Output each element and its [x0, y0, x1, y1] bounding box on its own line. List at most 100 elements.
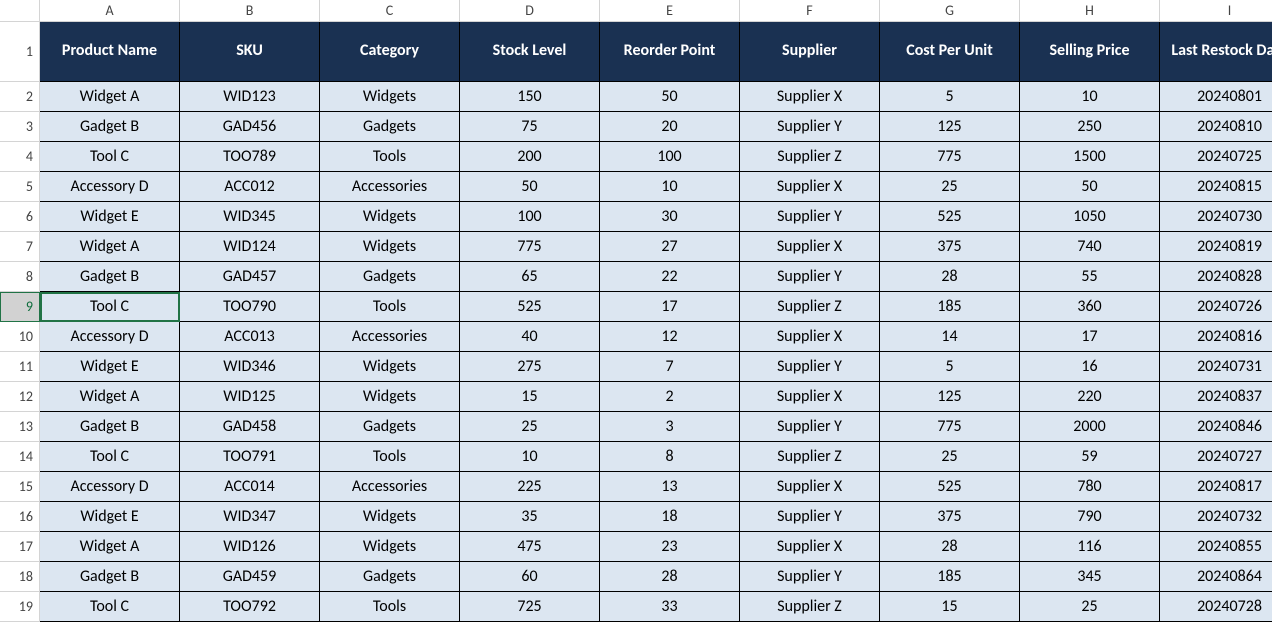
table-cell[interactable]: Supplier X: [740, 232, 880, 262]
table-cell[interactable]: Supplier X: [740, 532, 880, 562]
table-cell[interactable]: Accessories: [320, 172, 460, 202]
table-cell[interactable]: 1500: [1020, 142, 1160, 172]
table-cell[interactable]: WID123: [180, 82, 320, 112]
table-cell[interactable]: 2: [600, 382, 740, 412]
row-header-10[interactable]: 10: [0, 322, 40, 352]
row-header-7[interactable]: 7: [0, 232, 40, 262]
table-cell[interactable]: 15: [880, 592, 1020, 622]
table-cell[interactable]: 100: [460, 202, 600, 232]
row-header-18[interactable]: 18: [0, 562, 40, 592]
table-cell[interactable]: 20240817: [1160, 472, 1272, 502]
row-header-9[interactable]: 9: [0, 292, 40, 322]
table-cell[interactable]: Tools: [320, 292, 460, 322]
table-cell[interactable]: 10: [600, 172, 740, 202]
table-cell[interactable]: 775: [880, 412, 1020, 442]
table-cell[interactable]: Supplier X: [740, 322, 880, 352]
table-cell[interactable]: Widget A: [40, 82, 180, 112]
table-cell[interactable]: 55: [1020, 262, 1160, 292]
table-cell[interactable]: 725: [460, 592, 600, 622]
row-header-2[interactable]: 2: [0, 82, 40, 112]
table-cell[interactable]: Widgets: [320, 352, 460, 382]
table-cell[interactable]: Widget A: [40, 232, 180, 262]
table-cell[interactable]: Supplier X: [740, 382, 880, 412]
table-cell[interactable]: 23: [600, 532, 740, 562]
row-header-15[interactable]: 15: [0, 472, 40, 502]
table-header-cell[interactable]: Supplier: [740, 22, 880, 82]
row-header-17[interactable]: 17: [0, 532, 40, 562]
table-cell[interactable]: Gadget B: [40, 112, 180, 142]
table-cell[interactable]: TOO789: [180, 142, 320, 172]
table-cell[interactable]: TOO790: [180, 292, 320, 322]
table-cell[interactable]: Widget E: [40, 202, 180, 232]
table-cell[interactable]: 345: [1020, 562, 1160, 592]
table-cell[interactable]: Accessories: [320, 322, 460, 352]
table-cell[interactable]: 20240732: [1160, 502, 1272, 532]
table-cell[interactable]: 20240815: [1160, 172, 1272, 202]
table-cell[interactable]: ACC012: [180, 172, 320, 202]
table-cell[interactable]: 125: [880, 382, 1020, 412]
table-cell[interactable]: Widget A: [40, 382, 180, 412]
column-header-F[interactable]: F: [740, 0, 880, 22]
table-cell[interactable]: 28: [880, 262, 1020, 292]
table-cell[interactable]: 220: [1020, 382, 1160, 412]
table-cell[interactable]: 185: [880, 292, 1020, 322]
table-cell[interactable]: Supplier Y: [740, 262, 880, 292]
table-cell[interactable]: Widget E: [40, 352, 180, 382]
table-cell[interactable]: 150: [460, 82, 600, 112]
table-cell[interactable]: 5: [880, 82, 1020, 112]
table-cell[interactable]: 375: [880, 502, 1020, 532]
table-cell[interactable]: 16: [1020, 352, 1160, 382]
table-cell[interactable]: Gadget B: [40, 262, 180, 292]
row-header-11[interactable]: 11: [0, 352, 40, 382]
table-cell[interactable]: Supplier Z: [740, 442, 880, 472]
table-cell[interactable]: Supplier Y: [740, 562, 880, 592]
row-header-14[interactable]: 14: [0, 442, 40, 472]
table-cell[interactable]: 50: [460, 172, 600, 202]
table-cell[interactable]: 28: [600, 562, 740, 592]
table-cell[interactable]: 75: [460, 112, 600, 142]
table-cell[interactable]: 200: [460, 142, 600, 172]
table-cell[interactable]: Gadgets: [320, 412, 460, 442]
row-header-19[interactable]: 19: [0, 592, 40, 622]
table-cell[interactable]: 20240730: [1160, 202, 1272, 232]
table-cell[interactable]: 1050: [1020, 202, 1160, 232]
table-cell[interactable]: 33: [600, 592, 740, 622]
table-cell[interactable]: Tool C: [40, 442, 180, 472]
table-cell[interactable]: 40: [460, 322, 600, 352]
table-cell[interactable]: Widget A: [40, 532, 180, 562]
table-cell[interactable]: 10: [1020, 82, 1160, 112]
table-cell[interactable]: Tool C: [40, 292, 180, 322]
table-cell[interactable]: Widgets: [320, 202, 460, 232]
table-cell[interactable]: Widget E: [40, 502, 180, 532]
table-cell[interactable]: 20240731: [1160, 352, 1272, 382]
table-cell[interactable]: Accessory D: [40, 322, 180, 352]
table-cell[interactable]: Widgets: [320, 232, 460, 262]
table-cell[interactable]: 475: [460, 532, 600, 562]
table-header-cell[interactable]: Category: [320, 22, 460, 82]
row-header-3[interactable]: 3: [0, 112, 40, 142]
row-header-1[interactable]: 1: [0, 22, 40, 82]
table-cell[interactable]: 775: [460, 232, 600, 262]
table-cell[interactable]: 20240801: [1160, 82, 1272, 112]
table-cell[interactable]: Supplier X: [740, 172, 880, 202]
table-cell[interactable]: Supplier Z: [740, 592, 880, 622]
row-header-4[interactable]: 4: [0, 142, 40, 172]
table-cell[interactable]: 185: [880, 562, 1020, 592]
table-cell[interactable]: 30: [600, 202, 740, 232]
column-header-A[interactable]: A: [40, 0, 180, 22]
table-cell[interactable]: 20240828: [1160, 262, 1272, 292]
column-header-B[interactable]: B: [180, 0, 320, 22]
table-cell[interactable]: 15: [460, 382, 600, 412]
table-cell[interactable]: 116: [1020, 532, 1160, 562]
table-cell[interactable]: 20240864: [1160, 562, 1272, 592]
table-cell[interactable]: 2000: [1020, 412, 1160, 442]
table-header-cell[interactable]: SKU: [180, 22, 320, 82]
table-cell[interactable]: Gadgets: [320, 262, 460, 292]
row-header-5[interactable]: 5: [0, 172, 40, 202]
table-cell[interactable]: 25: [880, 442, 1020, 472]
table-cell[interactable]: WID125: [180, 382, 320, 412]
table-cell[interactable]: Supplier X: [740, 472, 880, 502]
table-cell[interactable]: Widgets: [320, 502, 460, 532]
table-cell[interactable]: Supplier Y: [740, 502, 880, 532]
table-header-cell[interactable]: Cost Per Unit: [880, 22, 1020, 82]
